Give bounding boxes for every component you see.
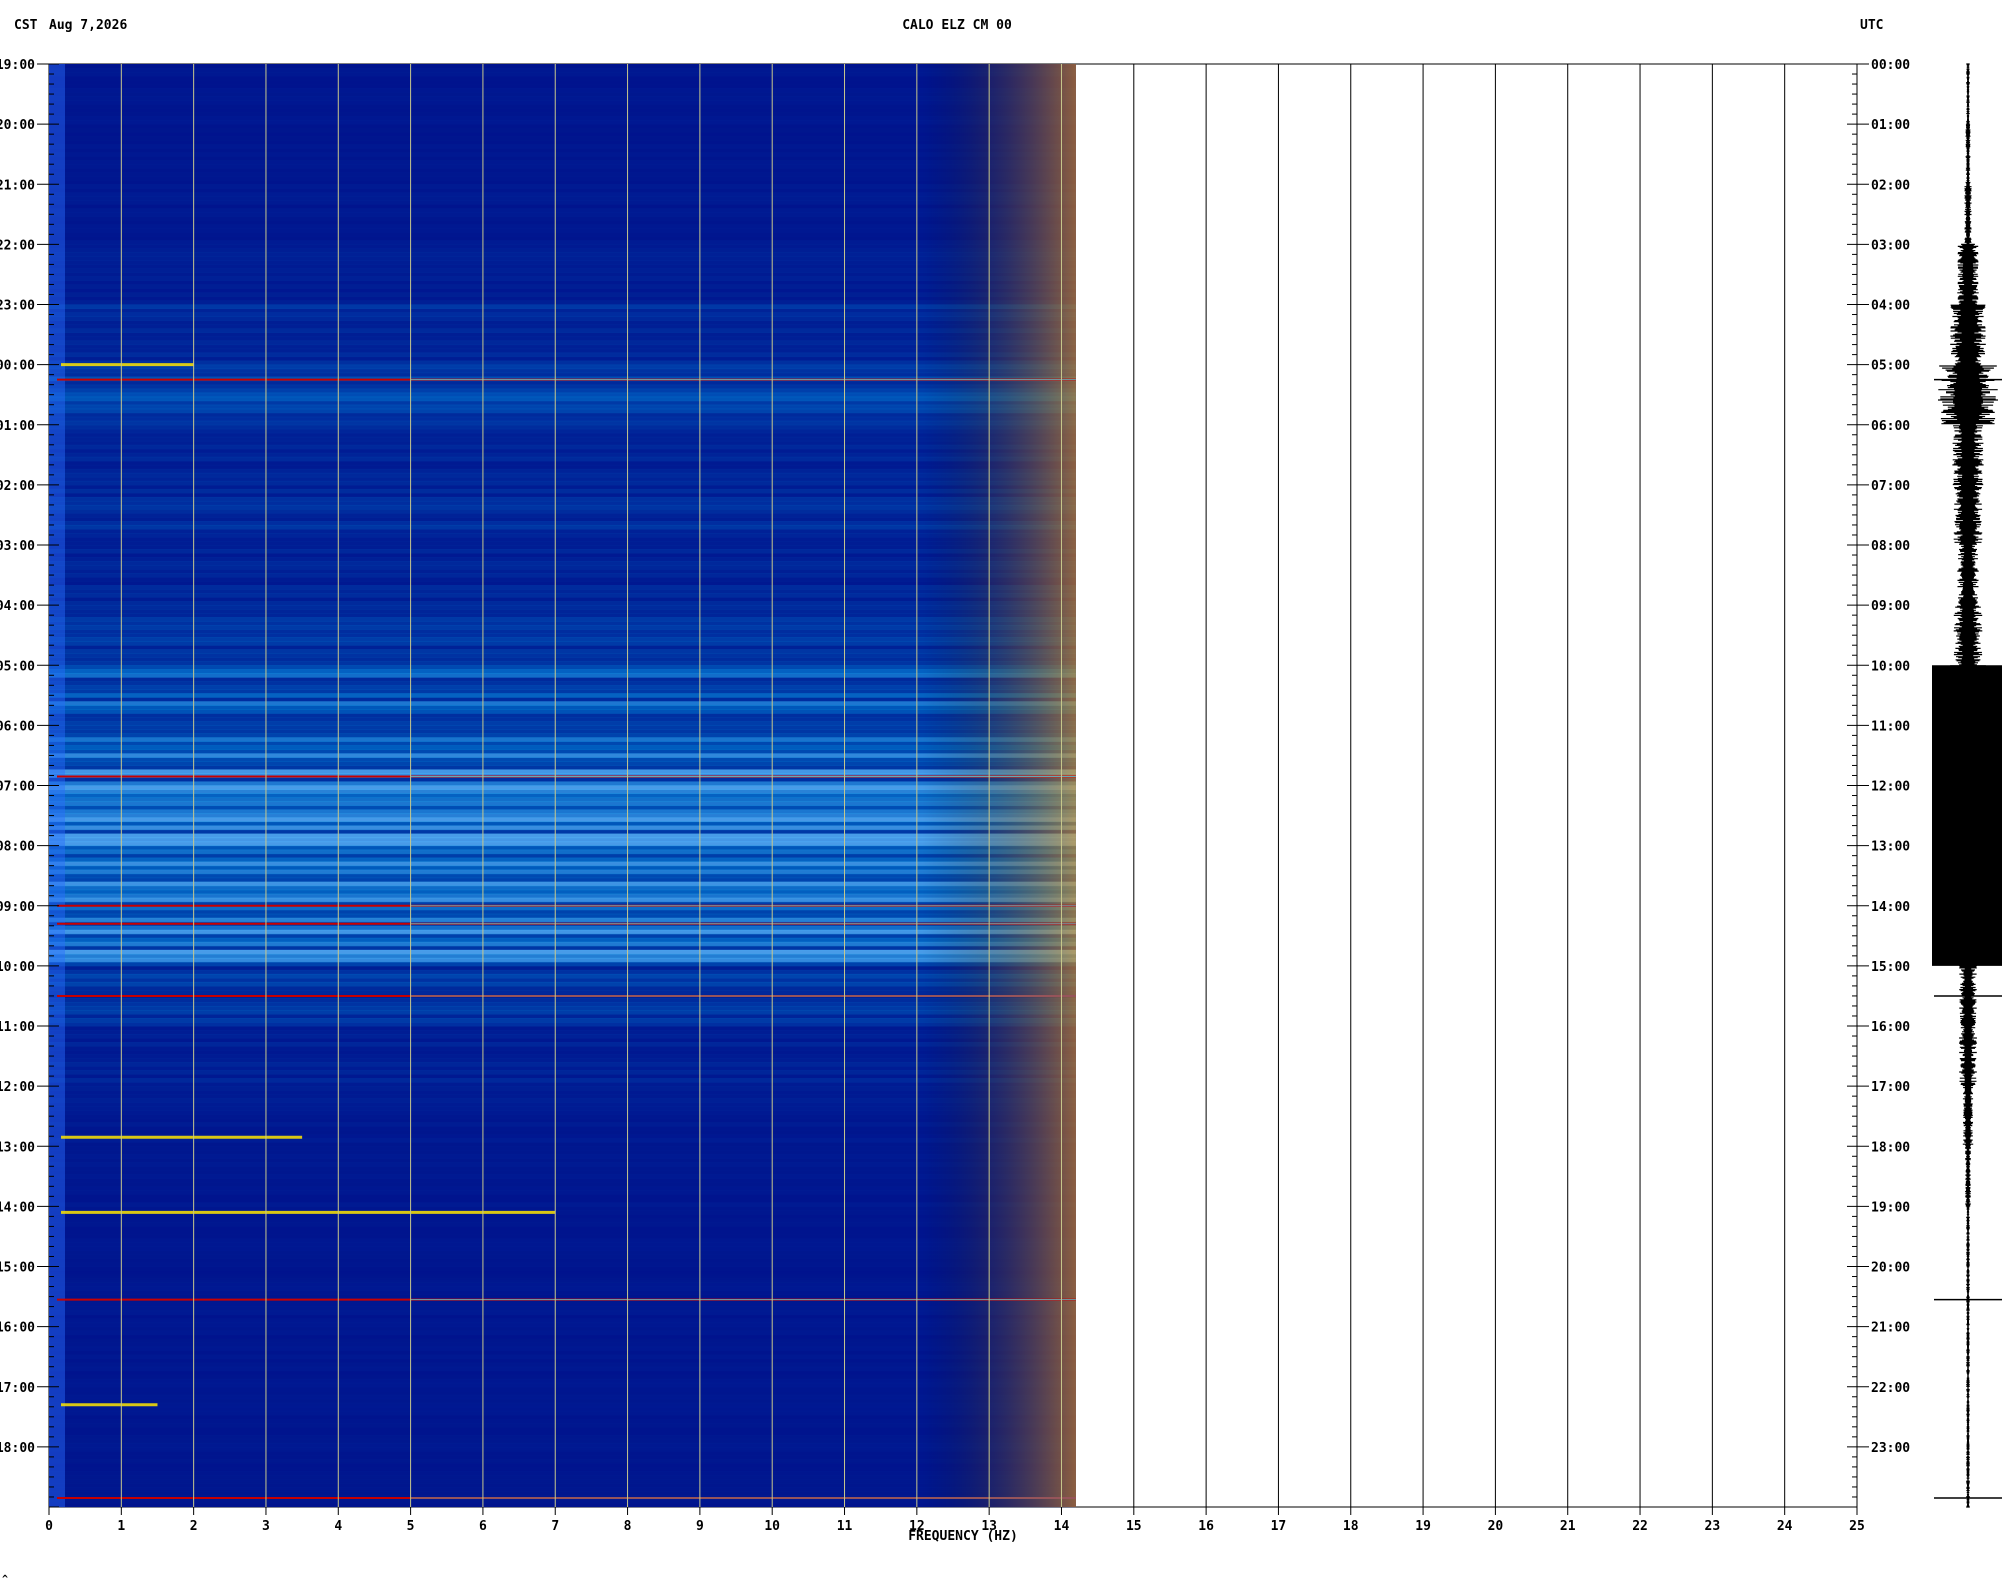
x-tick-label: 10 xyxy=(764,1519,780,1534)
right-time-label: 15:00 xyxy=(1871,960,1910,975)
left-time-label: 17:00 xyxy=(0,1381,35,1396)
left-time-label: 04:00 xyxy=(0,599,35,614)
right-time-label: 03:00 xyxy=(1871,238,1910,253)
x-tick-label: 6 xyxy=(479,1519,487,1534)
x-tick-label: 18 xyxy=(1343,1519,1359,1534)
left-time-label: 02:00 xyxy=(0,479,35,494)
x-tick-label: 20 xyxy=(1488,1519,1504,1534)
x-tick-label: 1 xyxy=(117,1519,125,1534)
left-time-label: 07:00 xyxy=(0,780,35,795)
header: CST Aug 7,2026 CALO ELZ CM 00 UTC xyxy=(14,18,1883,33)
seismogram-saturated-block xyxy=(1932,665,2002,966)
x-tick-label: 14 xyxy=(1054,1519,1070,1534)
x-tick-label: 2 xyxy=(190,1519,198,1534)
spectrogram-area xyxy=(49,64,1076,1508)
left-time-label: 00:00 xyxy=(0,359,35,374)
left-time-label: 14:00 xyxy=(0,1200,35,1215)
x-tick-label: 8 xyxy=(624,1519,632,1534)
left-time-label: 16:00 xyxy=(0,1321,35,1336)
left-time-label: 23:00 xyxy=(0,299,35,314)
left-time-label: 01:00 xyxy=(0,419,35,434)
x-tick-label: 24 xyxy=(1777,1519,1793,1534)
right-time-label: 17:00 xyxy=(1871,1080,1910,1095)
right-time-label: 01:00 xyxy=(1871,118,1910,133)
left-time-label: 13:00 xyxy=(0,1140,35,1155)
left-time-label: 12:00 xyxy=(0,1080,35,1095)
right-time-label: 13:00 xyxy=(1871,840,1910,855)
x-tick-label: 23 xyxy=(1705,1519,1721,1534)
left-time-label: 11:00 xyxy=(0,1020,35,1035)
x-tick-label: 0 xyxy=(45,1519,53,1534)
x-axis-label: FREQUENCY (HZ) xyxy=(908,1529,1018,1544)
right-time-label: 19:00 xyxy=(1871,1200,1910,1215)
right-time-label: 05:00 xyxy=(1871,359,1910,374)
left-time-label: 18:00 xyxy=(0,1441,35,1456)
right-time-label: 11:00 xyxy=(1871,719,1910,734)
left-time-label: 06:00 xyxy=(0,719,35,734)
right-time-label: 09:00 xyxy=(1871,599,1910,614)
x-tick-label: 5 xyxy=(407,1519,415,1534)
left-time-label: 03:00 xyxy=(0,539,35,554)
right-time-label: 23:00 xyxy=(1871,1441,1910,1456)
x-tick-label: 16 xyxy=(1198,1519,1214,1534)
x-tick-label: 25 xyxy=(1849,1519,1865,1534)
right-time-label: 04:00 xyxy=(1871,299,1910,314)
right-time-label: 00:00 xyxy=(1871,58,1910,73)
left-time-label: 10:00 xyxy=(0,960,35,975)
right-time-label: 16:00 xyxy=(1871,1020,1910,1035)
high-frequency-glow xyxy=(49,64,1076,1507)
right-time-label: 14:00 xyxy=(1871,900,1910,915)
right-time-label: 12:00 xyxy=(1871,780,1910,795)
station-title: CALO ELZ CM 00 xyxy=(902,18,1012,33)
seismogram-trace xyxy=(1932,63,2002,1508)
right-time-label: 21:00 xyxy=(1871,1321,1910,1336)
spectrogram-figure: CST Aug 7,2026 CALO ELZ CM 00 UTC 19:00 2… xyxy=(0,18,2002,1584)
x-tick-label: 22 xyxy=(1632,1519,1648,1534)
date-label: Aug 7,2026 xyxy=(49,18,127,33)
right-time-label: 08:00 xyxy=(1871,539,1910,554)
footer-mark: ^ xyxy=(2,1574,8,1584)
left-time-label: 05:00 xyxy=(0,659,35,674)
left-time-label: 09:00 xyxy=(0,900,35,915)
x-tick-label: 15 xyxy=(1126,1519,1142,1534)
x-tick-label: 11 xyxy=(837,1519,853,1534)
x-tick-label: 9 xyxy=(696,1519,704,1534)
left-timezone-label: CST xyxy=(14,18,38,33)
x-tick-label: 4 xyxy=(334,1519,342,1534)
right-timezone-label: UTC xyxy=(1860,18,1883,33)
right-time-label: 06:00 xyxy=(1871,419,1910,434)
x-tick-label: 17 xyxy=(1271,1519,1287,1534)
left-time-label: 22:00 xyxy=(0,238,35,253)
left-time-label: 08:00 xyxy=(0,840,35,855)
right-time-label: 02:00 xyxy=(1871,178,1910,193)
left-time-label: 20:00 xyxy=(0,118,35,133)
right-time-label: 22:00 xyxy=(1871,1381,1910,1396)
x-tick-label: 7 xyxy=(551,1519,559,1534)
left-time-label: 15:00 xyxy=(0,1261,35,1276)
x-tick-label: 21 xyxy=(1560,1519,1576,1534)
left-time-label: 21:00 xyxy=(0,178,35,193)
left-time-label: 19:00 xyxy=(0,58,35,73)
right-time-label: 10:00 xyxy=(1871,659,1910,674)
right-time-label: 20:00 xyxy=(1871,1261,1910,1276)
x-tick-label: 3 xyxy=(262,1519,270,1534)
x-tick-label: 19 xyxy=(1415,1519,1431,1534)
right-time-label: 18:00 xyxy=(1871,1140,1910,1155)
right-time-label: 07:00 xyxy=(1871,479,1910,494)
